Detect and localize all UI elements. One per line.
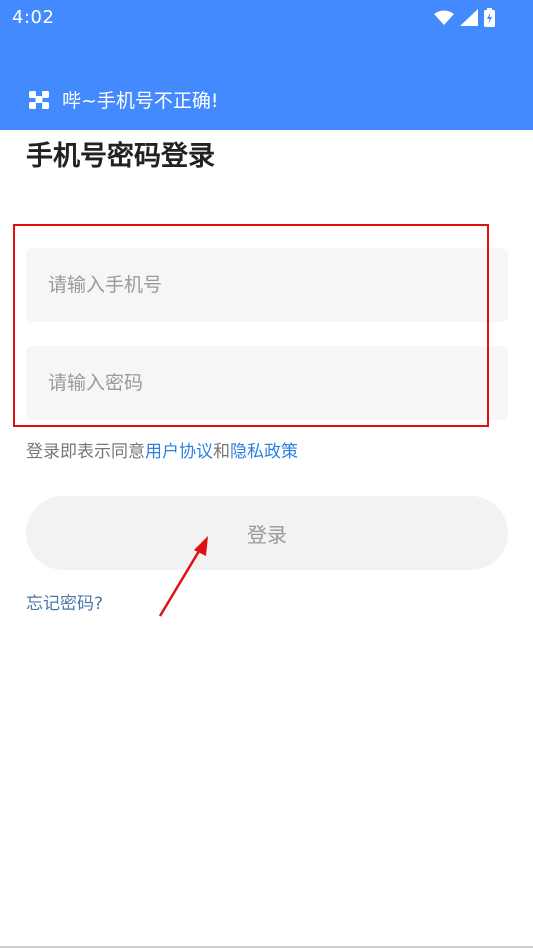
phone-input[interactable] xyxy=(26,248,508,322)
forgot-password-link[interactable]: 忘记密码? xyxy=(26,589,103,614)
agreement-text: 登录即表示同意用户协议和隐私政策 xyxy=(26,437,298,462)
privacy-policy-link[interactable]: 隐私政策 xyxy=(230,442,298,462)
login-button[interactable]: 登录 xyxy=(26,496,508,570)
toast-text: 哔~手机号不正确! xyxy=(62,90,219,112)
status-time: 4:02 xyxy=(12,7,55,28)
password-input[interactable] xyxy=(26,346,508,420)
login-screen: 4:02 哔~手机号不正确! 手机号密码登录 请输入手机号 登录即表示同意用户协… xyxy=(0,0,533,948)
battery-charging-icon xyxy=(484,8,495,27)
user-agreement-link[interactable]: 用户协议 xyxy=(145,442,213,462)
cellular-signal-icon xyxy=(460,9,478,26)
wifi-icon xyxy=(434,10,454,25)
status-icons xyxy=(434,8,495,27)
page-title: 手机号密码登录 xyxy=(26,141,215,172)
app-logo-icon xyxy=(29,90,49,109)
toast-message: 哔~手机号不正确! xyxy=(28,86,219,113)
top-banner: 4:02 哔~手机号不正确! xyxy=(0,0,533,130)
agreement-prefix: 登录即表示同意 xyxy=(26,442,145,462)
agreement-and: 和 xyxy=(213,442,230,462)
